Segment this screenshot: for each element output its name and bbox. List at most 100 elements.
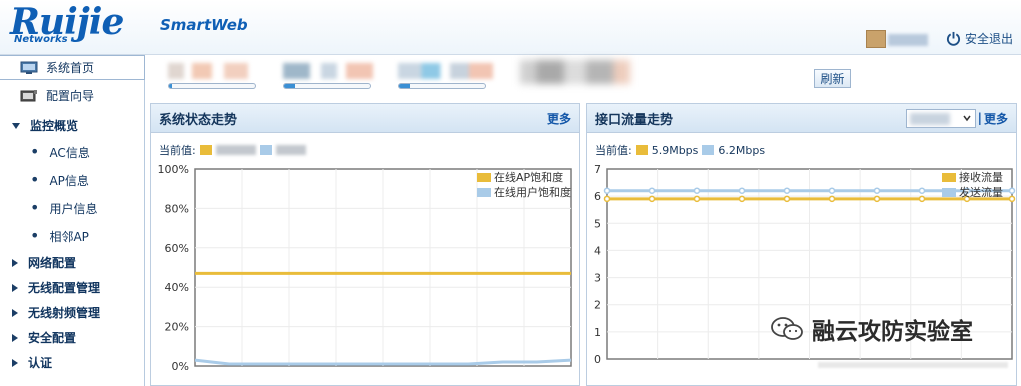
current-rx-value: 5.9Mbps	[651, 143, 699, 157]
sidebar-item-label: 配置向导	[46, 89, 95, 103]
data-point	[918, 195, 926, 203]
sidebar-group-label: 安全配置	[28, 331, 77, 345]
bullet-icon: •	[30, 170, 40, 189]
legend-label: 在线用户饱和度	[494, 185, 571, 199]
chevron-down-icon	[962, 115, 971, 122]
sidebar-item-label: 相邻AP	[49, 229, 89, 244]
interface-traffic-chart: 7 6 5 4 3 2 1 0 接收流量发送流量	[594, 163, 1016, 366]
stat-progress-bar	[283, 83, 371, 89]
current-label: 当前值:	[595, 144, 632, 157]
expanded-arrow-icon	[12, 122, 20, 129]
sidebar-group-security[interactable]: 安全配置	[0, 325, 144, 350]
watermark-underline	[818, 362, 1008, 368]
legend-swatch	[942, 173, 956, 182]
sidebar-group-label: 网络配置	[28, 256, 77, 270]
current-values: 当前值:	[159, 142, 306, 158]
y-tick-label: 60%	[165, 242, 189, 255]
stat-progress-bar	[168, 83, 256, 89]
stat-uptime	[520, 60, 630, 84]
collapsed-arrow-icon	[12, 308, 18, 317]
sidebar-item-label: 系统首页	[46, 61, 95, 75]
sidebar-group-auth[interactable]: 认证	[0, 350, 144, 375]
y-tick-label: 40%	[165, 281, 189, 294]
bullet-icon: •	[30, 198, 40, 217]
data-point	[873, 195, 881, 203]
series-b-swatch	[702, 145, 715, 155]
series-a-swatch	[635, 145, 648, 155]
legend-label: 在线AP饱和度	[494, 170, 563, 184]
watermark: 融云攻防实验室	[770, 312, 973, 346]
data-point	[693, 187, 701, 194]
logout-button[interactable]: 安全退出	[946, 30, 1013, 47]
system-status-chart: 100% 80% 60% 40% 20% 0% 在线AP饱和度在线用户饱和度	[158, 163, 572, 373]
sidebar-item-neighbor-ap[interactable]: • 相邻AP	[0, 222, 144, 250]
collapsed-arrow-icon	[12, 258, 18, 267]
stat-progress-bar	[398, 83, 486, 89]
sidebar-item-wizard[interactable]: 配置向导	[0, 83, 144, 108]
wizard-icon	[20, 89, 37, 101]
more-link[interactable]: 更多	[547, 110, 571, 127]
user-avatar	[866, 30, 886, 48]
current-tx-value: 6.2Mbps	[718, 143, 766, 157]
interface-dropdown[interactable]	[905, 108, 976, 128]
panel-title: 系统状态走势	[159, 112, 238, 128]
data-point	[738, 195, 746, 203]
y-tick-label: 5	[594, 217, 601, 230]
panel-header: 接口流量走势 | 更多	[587, 104, 1016, 133]
separator: |	[977, 111, 982, 125]
legend-swatch	[477, 188, 491, 197]
sidebar-group-wireless-rf[interactable]: 无线射频管理	[0, 300, 144, 325]
brand-subtitle: Networks	[14, 34, 68, 45]
current-value-redacted	[275, 145, 306, 155]
legend-label: 接收流量	[959, 170, 1003, 184]
legend-swatch	[942, 188, 956, 197]
data-point	[738, 187, 746, 194]
home-monitor-icon	[20, 61, 38, 74]
legend-swatch	[477, 173, 491, 182]
current-label: 当前值:	[159, 144, 196, 157]
collapsed-arrow-icon	[12, 358, 18, 367]
data-point	[693, 195, 701, 203]
y-tick-label: 7	[594, 163, 601, 176]
data-point	[828, 195, 836, 203]
y-tick-label: 20%	[165, 321, 189, 334]
refresh-button[interactable]: 刷新	[814, 69, 851, 88]
sidebar-item-label: AC信息	[49, 145, 90, 160]
collapsed-arrow-icon	[12, 283, 18, 292]
interface-selector: | 更多	[905, 108, 1008, 128]
y-tick-label: 0%	[172, 360, 189, 373]
sidebar-item-home[interactable]: 系统首页	[0, 55, 145, 80]
sidebar-item-label: AP信息	[49, 173, 89, 188]
sidebar-group-wireless-config[interactable]: 无线配置管理	[0, 275, 144, 300]
wechat-icon	[771, 317, 803, 340]
sidebar-item-ac-info[interactable]: • AC信息	[0, 138, 144, 166]
more-link[interactable]: 更多	[984, 110, 1008, 127]
data-point	[783, 187, 791, 194]
current-values: 当前值: 5.9Mbps 6.2Mbps	[595, 142, 765, 158]
data-point	[783, 195, 791, 203]
stat-progress-fill	[169, 84, 172, 88]
sidebar-item-ap-info[interactable]: • AP信息	[0, 166, 144, 194]
y-tick-label: 3	[594, 272, 601, 285]
sidebar-group-monitor[interactable]: 监控概览	[0, 113, 144, 138]
data-point	[1008, 195, 1016, 203]
header: Ruijie Networks SmartWeb 安全退出	[0, 0, 1021, 55]
sidebar-group-label: 监控概览	[30, 119, 79, 133]
current-value-redacted	[215, 145, 256, 155]
y-tick-label: 2	[594, 299, 601, 312]
y-tick-label: 0	[594, 353, 601, 366]
sidebar-item-user-info[interactable]: • 用户信息	[0, 194, 144, 222]
stat-progress-fill	[399, 84, 411, 88]
logout-label: 安全退出	[965, 32, 1014, 46]
bullet-icon: •	[30, 142, 40, 161]
sidebar-group-network[interactable]: 网络配置	[0, 250, 144, 275]
sidebar: 系统首页 配置向导 监控概览 • AC信息 • AP信息 • 用户信息 • 相邻…	[0, 55, 145, 386]
data-point	[873, 187, 881, 194]
interface-value-redacted	[909, 112, 950, 125]
series-a-swatch	[199, 145, 212, 155]
y-tick-label: 100%	[158, 163, 189, 176]
stat-memory	[283, 63, 373, 89]
data-point	[1008, 187, 1016, 194]
system-status-panel: 系统状态走势 更多 当前值: 100% 80% 60% 40% 20% 0% 在线AP饱和度…	[150, 103, 580, 386]
data-point	[603, 195, 611, 203]
